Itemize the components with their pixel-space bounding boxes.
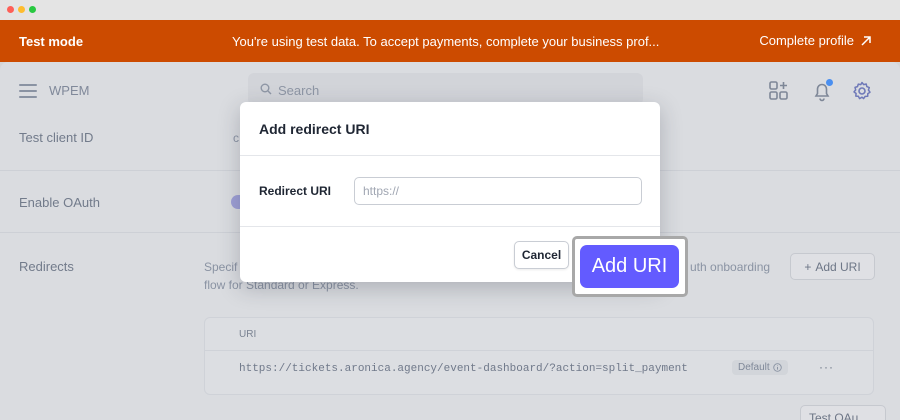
notification-dot: [826, 79, 833, 86]
account-name[interactable]: WPEM: [49, 83, 89, 98]
complete-profile-link[interactable]: Complete profile: [759, 33, 872, 48]
window-titlebar: [0, 0, 900, 20]
search-icon: [260, 83, 272, 95]
redirect-uri-field-label: Redirect URI: [259, 184, 332, 198]
settings-gear-icon[interactable]: [851, 80, 873, 102]
modal-title: Add redirect URI: [259, 121, 370, 137]
redirects-description-start: Specif: [204, 260, 238, 274]
client-id-label: Test client ID: [19, 130, 94, 145]
redirect-uri-input[interactable]: [354, 177, 642, 205]
redirects-description-tail: uth onboarding: [690, 260, 771, 274]
modal-divider: [240, 226, 660, 227]
arrow-up-right-icon: [861, 35, 871, 46]
uri-column-header: URI: [239, 329, 257, 340]
enable-oauth-label: Enable OAuth: [19, 195, 100, 210]
table-divider: [205, 350, 873, 351]
notifications-bell-icon[interactable]: [811, 79, 833, 102]
default-badge-label: Default: [738, 362, 770, 373]
redirect-uri-value: https://tickets.aronica.agency/event-das…: [239, 363, 688, 375]
redirects-label: Redirects: [19, 259, 74, 274]
plus-icon: +: [804, 259, 812, 274]
modal-divider: [240, 155, 660, 156]
cancel-button[interactable]: Cancel: [514, 241, 569, 269]
redirect-uri-table: URI https://tickets.aronica.agency/event…: [204, 317, 874, 395]
row-more-icon[interactable]: ···: [819, 360, 834, 374]
test-oauth-button[interactable]: Test OAu: [800, 405, 886, 420]
window-close-control[interactable]: [7, 6, 14, 13]
complete-profile-label: Complete profile: [759, 33, 854, 48]
add-uri-button[interactable]: Add URI: [580, 245, 679, 288]
search-input[interactable]: Search: [248, 73, 643, 105]
add-uri-side-button[interactable]: + Add URI: [790, 253, 875, 280]
test-mode-banner: Test mode You're using test data. To acc…: [0, 20, 900, 62]
search-placeholder: Search: [278, 83, 320, 98]
info-icon: [772, 363, 782, 372]
menu-icon[interactable]: [19, 84, 37, 98]
default-badge: Default: [732, 360, 788, 375]
client-id-value: c: [233, 131, 239, 145]
add-uri-side-label: Add URI: [815, 259, 861, 274]
window-minimize-control[interactable]: [18, 6, 25, 13]
test-mode-message: You're using test data. To accept paymen…: [232, 34, 660, 49]
test-mode-label: Test mode: [19, 34, 84, 49]
window-zoom-control[interactable]: [29, 6, 36, 13]
apps-add-icon[interactable]: [768, 80, 790, 102]
